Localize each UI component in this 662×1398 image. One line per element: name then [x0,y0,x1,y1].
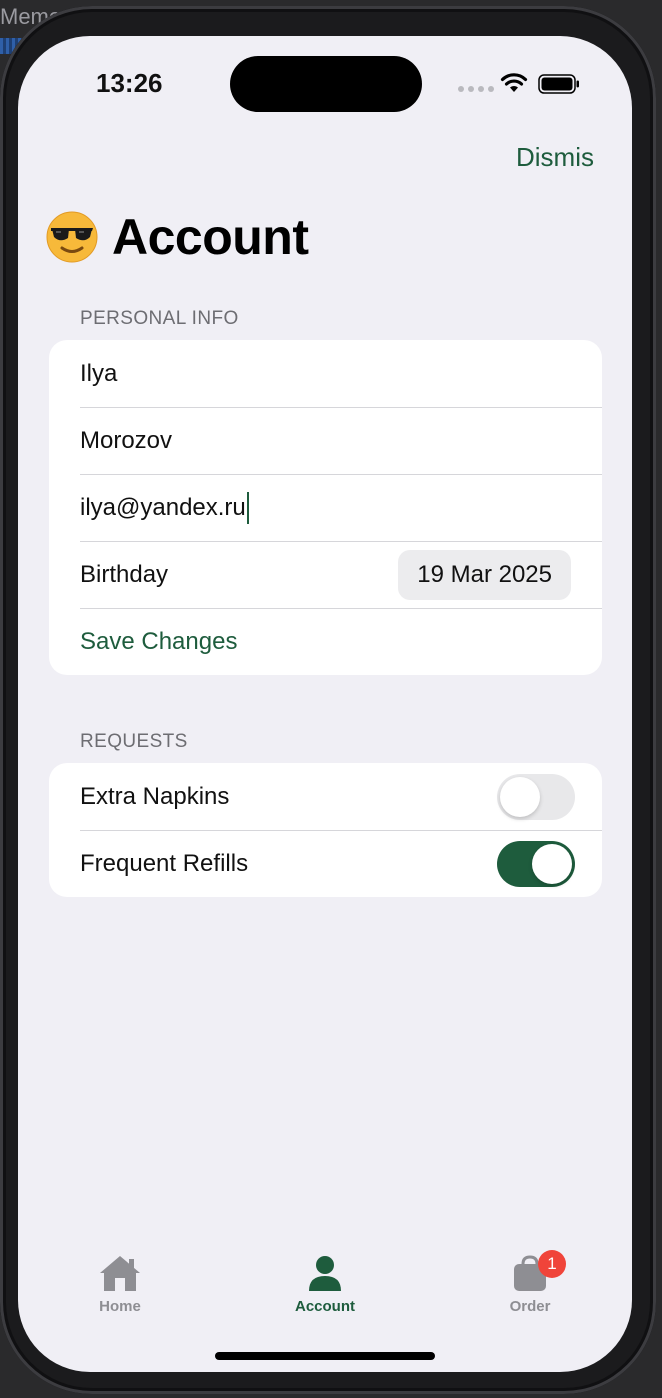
page-title: Account [112,209,309,265]
dynamic-island [230,56,422,112]
first-name-value: Ilya [80,359,118,387]
birthday-row: Birthday 19 Mar 2025 [49,541,602,608]
personal-info-header: PERSONAL INFO [80,308,239,329]
tab-home-label: Home [99,1298,141,1315]
sunglasses-emoji-icon [46,211,98,263]
first-name-field[interactable]: Ilya [49,340,602,407]
frequent-refills-label: Frequent Refills [80,849,249,877]
email-field[interactable]: ilya@yandex.ru [49,474,602,541]
requests-card: Extra Napkins Frequent Refills [49,763,602,897]
screen: 13:26 Dismis Account PERSONAL INFO Ilya … [18,36,632,1372]
extra-napkins-row: Extra Napkins [49,763,602,830]
text-cursor [246,491,249,524]
requests-header: REQUESTS [80,731,188,752]
order-badge: 1 [538,1250,566,1278]
house-icon [100,1256,140,1291]
battery-icon [538,74,579,94]
extra-napkins-label: Extra Napkins [80,782,230,810]
cellular-signal-icon [458,86,494,92]
last-name-value: Morozov [80,426,173,454]
home-indicator [215,1352,435,1360]
toggle-knob [500,777,540,817]
page-title-row: Account [46,208,309,266]
tab-order[interactable]: 1 Order [470,1250,590,1315]
frequent-refills-row: Frequent Refills [49,830,602,897]
tab-home[interactable]: Home [60,1254,180,1315]
toggle-knob [532,844,572,884]
frequent-refills-toggle[interactable] [497,841,575,887]
save-changes-button[interactable]: Save Changes [49,608,602,675]
status-time: 13:26 [96,68,163,98]
wifi-icon [500,73,528,92]
phone-frame: 13:26 Dismis Account PERSONAL INFO Ilya … [0,6,656,1394]
birthday-label: Birthday [80,560,169,588]
dismiss-button[interactable]: Dismis [516,140,626,174]
email-value: ilya@yandex.ru [80,493,246,521]
birthday-date-picker[interactable]: 19 Mar 2025 [398,550,571,600]
extra-napkins-toggle[interactable] [497,774,575,820]
tab-account[interactable]: Account [265,1254,385,1315]
tab-order-label: Order [509,1298,551,1315]
person-icon [309,1256,341,1291]
save-changes-label: Save Changes [80,627,238,655]
tab-account-label: Account [295,1298,355,1315]
personal-info-card: Ilya Morozov ilya@yandex.ru Birthday 19 … [49,340,602,675]
last-name-field[interactable]: Morozov [49,407,602,474]
